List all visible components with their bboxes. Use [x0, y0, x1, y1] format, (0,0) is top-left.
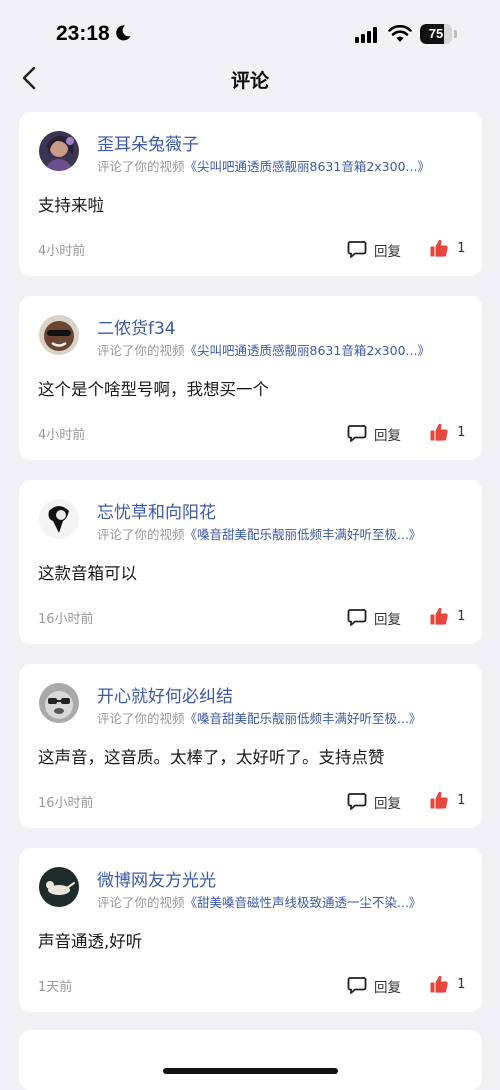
comment-bubble-icon	[347, 977, 367, 994]
comment-context: 评论了你的视频《嗓音甜美配乐靓丽低频丰满好听至极...》	[97, 524, 421, 543]
reply-label: 回复	[374, 796, 401, 812]
status-time: 23:18	[56, 22, 110, 45]
comment-time: 16小时前	[38, 796, 94, 811]
moon-icon	[116, 25, 131, 41]
nav-bar: 评论	[0, 56, 500, 100]
comment-text: 支持来啦	[38, 196, 104, 215]
comment-context: 评论了你的视频《甜美嗓音磁性声线极致通透一尘不染...》	[97, 892, 421, 911]
username[interactable]: 微博网友方光光	[97, 866, 216, 891]
reply-label: 回复	[374, 980, 401, 996]
signal-icon	[355, 27, 377, 43]
page-title: 评论	[230, 70, 269, 92]
comment-bubble-icon	[347, 793, 367, 810]
comment-card[interactable]: 二侬货f34 评论了你的视频《尖叫吧通透质感靓丽8631音箱2x300...》 …	[19, 296, 482, 460]
username[interactable]: 忘忧草和向阳花	[97, 498, 216, 523]
reply-label: 回复	[374, 428, 401, 444]
like-count: 1	[457, 608, 466, 624]
action-text: 评论了你的视频	[97, 343, 185, 358]
battery-percent: 75	[428, 26, 444, 41]
thumbs-up-icon	[430, 607, 448, 625]
username[interactable]: 开心就好何必纠结	[97, 682, 233, 707]
reply-label: 回复	[374, 244, 401, 260]
wifi-icon	[388, 25, 412, 42]
comment-context: 评论了你的视频《尖叫吧通透质感靓丽8631音箱2x300...》	[97, 340, 430, 359]
avatar[interactable]	[39, 499, 79, 539]
comment-time: 4小时前	[38, 428, 86, 443]
home-indicator[interactable]	[163, 1068, 338, 1074]
video-link[interactable]: 《嗓音甜美配乐靓丽低频丰满好听至极...》	[185, 527, 422, 542]
comment-card-partial[interactable]	[19, 1030, 482, 1090]
thumbs-up-icon	[430, 239, 448, 257]
avatar[interactable]	[39, 315, 79, 355]
comment-card[interactable]: 微博网友方光光 评论了你的视频《甜美嗓音磁性声线极致通透一尘不染...》 声音通…	[19, 848, 482, 1012]
like-count: 1	[457, 792, 466, 808]
comment-context: 评论了你的视频《嗓音甜美配乐靓丽低频丰满好听至极...》	[97, 708, 421, 727]
comment-bubble-icon	[347, 425, 367, 442]
comment-text: 声音通透,好听	[38, 932, 143, 951]
comment-card[interactable]: 歪耳朵兔薇子 评论了你的视频《尖叫吧通透质感靓丽8631音箱2x300...》 …	[19, 112, 482, 276]
avatar[interactable]	[39, 867, 79, 907]
action-text: 评论了你的视频	[97, 159, 185, 174]
comment-time: 4小时前	[38, 244, 86, 259]
avatar[interactable]	[39, 683, 79, 723]
comment-text: 这个是个啥型号啊，我想买一个	[38, 380, 269, 399]
reply-label: 回复	[374, 612, 401, 628]
thumbs-up-icon	[430, 975, 448, 993]
username[interactable]: 歪耳朵兔薇子	[97, 130, 199, 155]
avatar[interactable]	[39, 131, 79, 171]
comment-time: 16小时前	[38, 612, 94, 627]
username[interactable]: 二侬货f34	[97, 314, 176, 339]
thumbs-up-icon	[430, 791, 448, 809]
comment-bubble-icon	[347, 241, 367, 258]
like-count: 1	[457, 240, 466, 256]
video-link[interactable]: 《嗓音甜美配乐靓丽低频丰满好听至极...》	[185, 711, 422, 726]
thumbs-up-icon	[430, 423, 448, 441]
like-count: 1	[457, 424, 466, 440]
action-text: 评论了你的视频	[97, 527, 185, 542]
video-link[interactable]: 《尖叫吧通透质感靓丽8631音箱2x300...》	[185, 159, 430, 174]
comment-bubble-icon	[347, 609, 367, 626]
like-count: 1	[457, 976, 466, 992]
comment-context: 评论了你的视频《尖叫吧通透质感靓丽8631音箱2x300...》	[97, 156, 430, 175]
video-link[interactable]: 《甜美嗓音磁性声线极致通透一尘不染...》	[185, 895, 422, 910]
action-text: 评论了你的视频	[97, 895, 185, 910]
comment-card[interactable]: 忘忧草和向阳花 评论了你的视频《嗓音甜美配乐靓丽低频丰满好听至极...》 这款音…	[19, 480, 482, 644]
comment-text: 这款音箱可以	[38, 564, 137, 583]
action-text: 评论了你的视频	[97, 711, 185, 726]
battery-indicator: 75	[420, 24, 458, 44]
comment-card[interactable]: 开心就好何必纠结 评论了你的视频《嗓音甜美配乐靓丽低频丰满好听至极...》 这声…	[19, 664, 482, 828]
comment-time: 1天前	[38, 980, 73, 995]
video-link[interactable]: 《尖叫吧通透质感靓丽8631音箱2x300...》	[185, 343, 430, 358]
comment-text: 这声音，这音质。太棒了，太好听了。支持点赞	[38, 748, 385, 767]
